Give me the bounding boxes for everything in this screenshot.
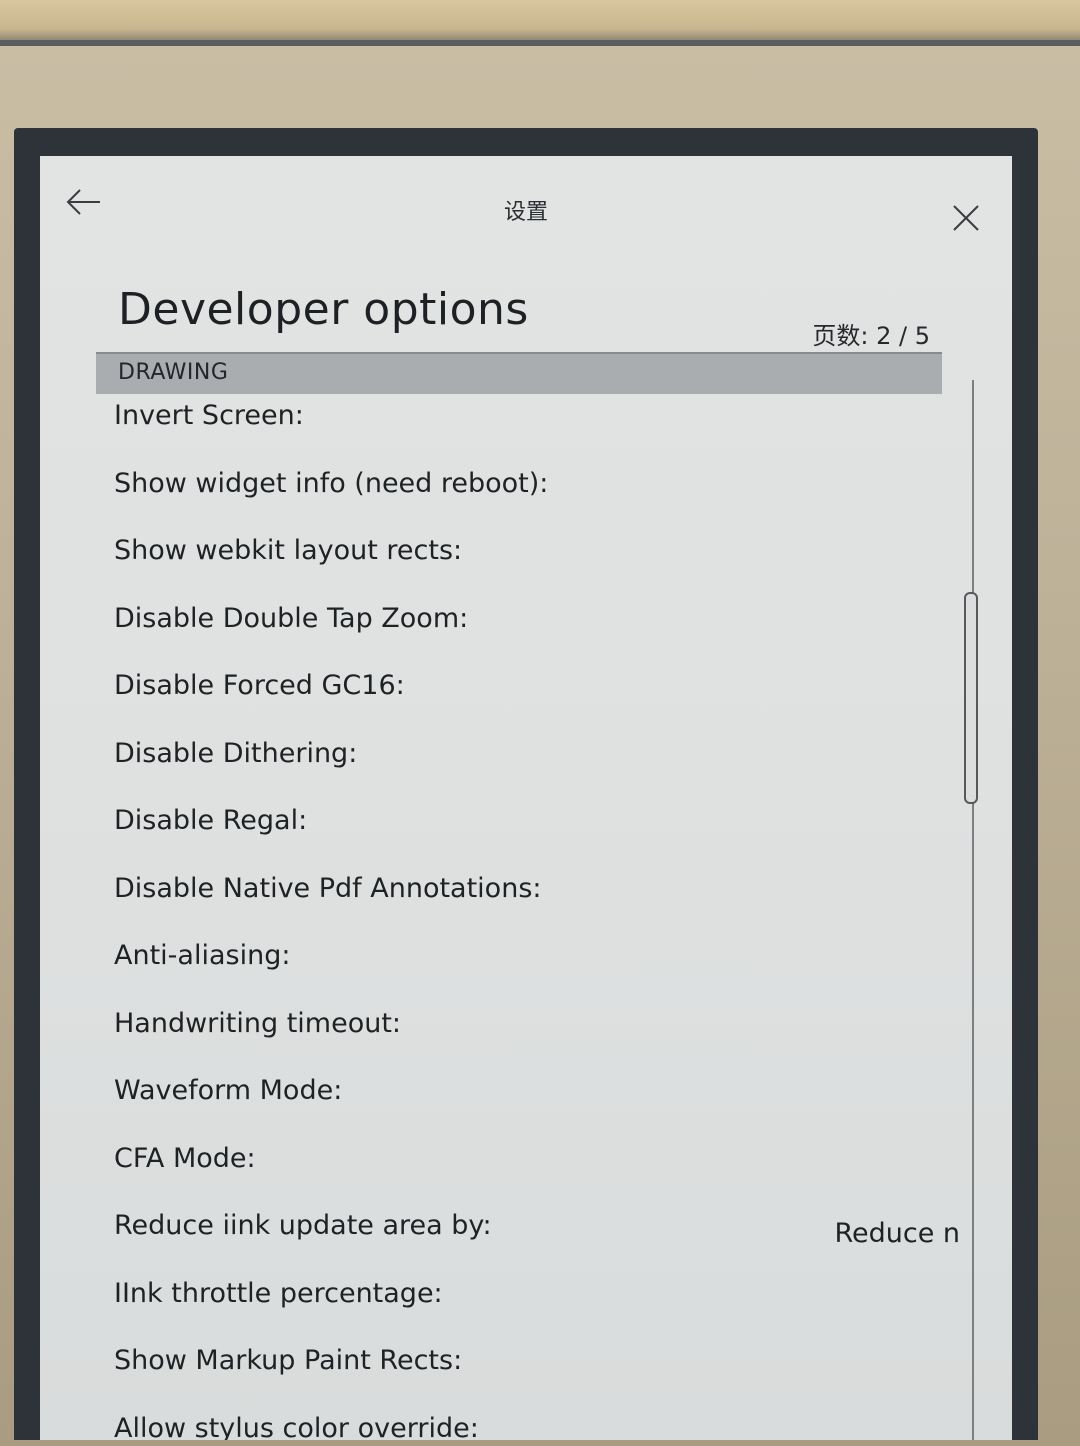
option-show-markup-paint-rects[interactable]: Show Markup Paint Rects: bbox=[40, 1337, 970, 1405]
option-handwriting-timeout[interactable]: Handwriting timeout: bbox=[40, 1000, 970, 1068]
option-label: Disable Dithering: bbox=[114, 737, 358, 769]
option-waveform-mode[interactable]: Waveform Mode: bbox=[40, 1067, 970, 1135]
scrollbar-track[interactable] bbox=[972, 380, 974, 1440]
close-icon[interactable] bbox=[950, 202, 982, 234]
option-label: Invert Screen: bbox=[114, 400, 304, 431]
option-show-widget-info[interactable]: Show widget info (need reboot): bbox=[40, 460, 970, 528]
option-label: CFA Mode: bbox=[114, 1142, 256, 1174]
option-label: Waveform Mode: bbox=[114, 1075, 343, 1106]
device-screen: 设置 Developer options 页数: 2 / 5 DRAWING I… bbox=[40, 156, 1012, 1440]
section-header-drawing: DRAWING bbox=[96, 352, 942, 394]
option-disable-double-tap-zoom[interactable]: Disable Double Tap Zoom: bbox=[40, 595, 970, 663]
option-label: Disable Double Tap Zoom: bbox=[114, 602, 469, 634]
option-label: Show webkit layout rects: bbox=[114, 535, 463, 566]
section-label: DRAWING bbox=[118, 360, 229, 385]
option-label: Show Markup Paint Rects: bbox=[114, 1345, 463, 1376]
option-label: Handwriting timeout: bbox=[114, 1007, 402, 1039]
option-label: Reduce iink update area by: bbox=[114, 1210, 492, 1241]
option-invert-screen[interactable]: Invert Screen: bbox=[40, 392, 970, 460]
option-show-webkit-layout-rects[interactable]: Show webkit layout rects: bbox=[40, 527, 970, 595]
scrollbar-thumb[interactable] bbox=[964, 592, 978, 804]
option-disable-forced-gc16[interactable]: Disable Forced GC16: bbox=[40, 662, 970, 730]
option-label: Show widget info (need reboot): bbox=[114, 467, 549, 499]
option-allow-stylus-color-override[interactable]: Allow stylus color override: bbox=[40, 1405, 970, 1441]
options-list: Invert Screen: Show widget info (need re… bbox=[40, 392, 970, 1440]
page-count: 页数: 2 / 5 bbox=[812, 322, 930, 350]
option-anti-aliasing[interactable]: Anti-aliasing: bbox=[40, 932, 970, 1000]
option-label: IInk throttle percentage: bbox=[114, 1277, 443, 1309]
option-label: Disable Regal: bbox=[114, 805, 308, 836]
option-label: Anti-aliasing: bbox=[114, 940, 291, 971]
option-disable-native-pdf-annotations[interactable]: Disable Native Pdf Annotations: bbox=[40, 865, 970, 933]
option-iink-throttle-percentage[interactable]: IInk throttle percentage: bbox=[40, 1270, 970, 1338]
option-label: Disable Forced GC16: bbox=[114, 670, 405, 701]
header-title: 设置 bbox=[503, 200, 548, 225]
option-disable-regal[interactable]: Disable Regal: bbox=[40, 797, 970, 865]
option-label: Disable Native Pdf Annotations: bbox=[114, 872, 542, 904]
page-title: Developer options bbox=[118, 284, 529, 335]
option-reduce-iink-update-area[interactable]: Reduce iink update area by: Reduce n bbox=[40, 1202, 970, 1270]
option-disable-dithering[interactable]: Disable Dithering: bbox=[40, 730, 970, 798]
option-label: Allow stylus color override: bbox=[114, 1412, 479, 1441]
option-cfa-mode[interactable]: CFA Mode: bbox=[40, 1135, 970, 1203]
option-value[interactable]: Reduce n bbox=[834, 1218, 960, 1249]
